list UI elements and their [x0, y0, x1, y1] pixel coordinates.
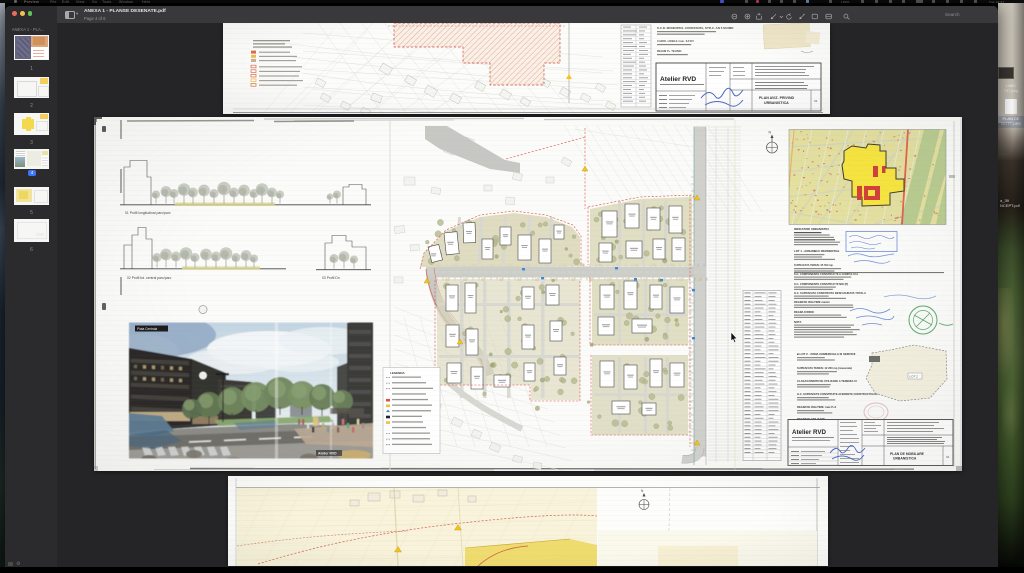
- svg-text:01 Profil longitudinal parc/p: 01 Profil longitudinal parc/parc: [125, 211, 171, 215]
- svg-text:Atelier RVD: Atelier RVD: [792, 429, 826, 436]
- svg-text:Atelier RVD: Atelier RVD: [318, 451, 337, 455]
- svg-text:H.C. SUPRAFETE CONSTRUITE AFER: H.C. SUPRAFETE CONSTRUITE AFERENTE CONST…: [797, 392, 878, 396]
- svg-text:LEGENDA: LEGENDA: [390, 371, 406, 375]
- svg-text:INDICATORI URBANISTICI: INDICATORI URBANISTICI: [794, 227, 829, 231]
- svg-text:NOTA: NOTA: [794, 320, 801, 324]
- svg-text:04: 04: [946, 455, 950, 459]
- svg-text:PLAN AVIZ. PRIVIND: PLAN AVIZ. PRIVIND: [759, 96, 795, 100]
- svg-text:CAROL HOBLE mun. ILFOV: CAROL HOBLE mun. ILFOV: [657, 39, 694, 43]
- svg-text:URBANISTICA: URBANISTICA: [893, 456, 917, 460]
- svg-text:02 Profil bd. central parc/pa: 02 Profil bd. central parc/parc: [127, 276, 172, 280]
- svg-text:SUPRAFATA TEREN: 12 260 mp (ma: SUPRAFATA TEREN: 12 260 mp (masurata): [797, 366, 852, 370]
- svg-text:■ LOT 2 - ZONA COMERCIALA SI S: ■ LOT 2 - ZONA COMERCIALA SI SERVICII: [797, 352, 856, 356]
- svg-text:03: 03: [814, 99, 818, 103]
- svg-text:H.C. SUPRAFATA CONSTRUITA DESF: H.C. SUPRAFATA CONSTRUITA DESFASURATA TO…: [794, 291, 866, 295]
- svg-text:LOT 1 - ANSAMBLU REZIDENTIAL: LOT 1 - ANSAMBLU REZIDENTIAL: [794, 249, 840, 253]
- svg-text:Atelier RVD: Atelier RVD: [660, 76, 696, 83]
- svg-text:CLASA/CONDITII DE UTILIZARE A: CLASA/CONDITII DE UTILIZARE A TERENULUI: [797, 379, 857, 383]
- svg-text:03 Profil Dn: 03 Profil Dn: [322, 276, 340, 280]
- svg-text:SUPRAFATA TEREN: 25 500 mp: SUPRAFATA TEREN: 25 500 mp: [794, 263, 833, 267]
- svg-text:REGIM JURIDIC: REGIM JURIDIC: [794, 310, 814, 314]
- svg-text:S.C. COMPONENTE CONSTRUCTII NO: S.C. COMPONENTE CONSTRUCTII NOI (P): [794, 282, 848, 286]
- svg-text:S.C.D. MUNICIPIUL CONSTANTA, S: S.C.D. MUNICIPIUL CONSTANTA, STR.C. AN 5…: [657, 26, 734, 30]
- svg-text:Piata Centrala: Piata Centrala: [137, 327, 157, 331]
- svg-text:REGIM DE INALTIME maxim: REGIM DE INALTIME maxim: [794, 300, 830, 304]
- svg-text:LOT 2: LOT 2: [910, 374, 919, 378]
- svg-text:REGIM P+ TEHNIC: REGIM P+ TEHNIC: [657, 49, 682, 53]
- svg-text:REGIM DE INALTIME: max P+2: REGIM DE INALTIME: max P+2: [797, 405, 837, 409]
- svg-text:PLAN DE MOBILARE: PLAN DE MOBILARE: [890, 452, 925, 456]
- svg-text:URBANISTICA: URBANISTICA: [764, 101, 789, 105]
